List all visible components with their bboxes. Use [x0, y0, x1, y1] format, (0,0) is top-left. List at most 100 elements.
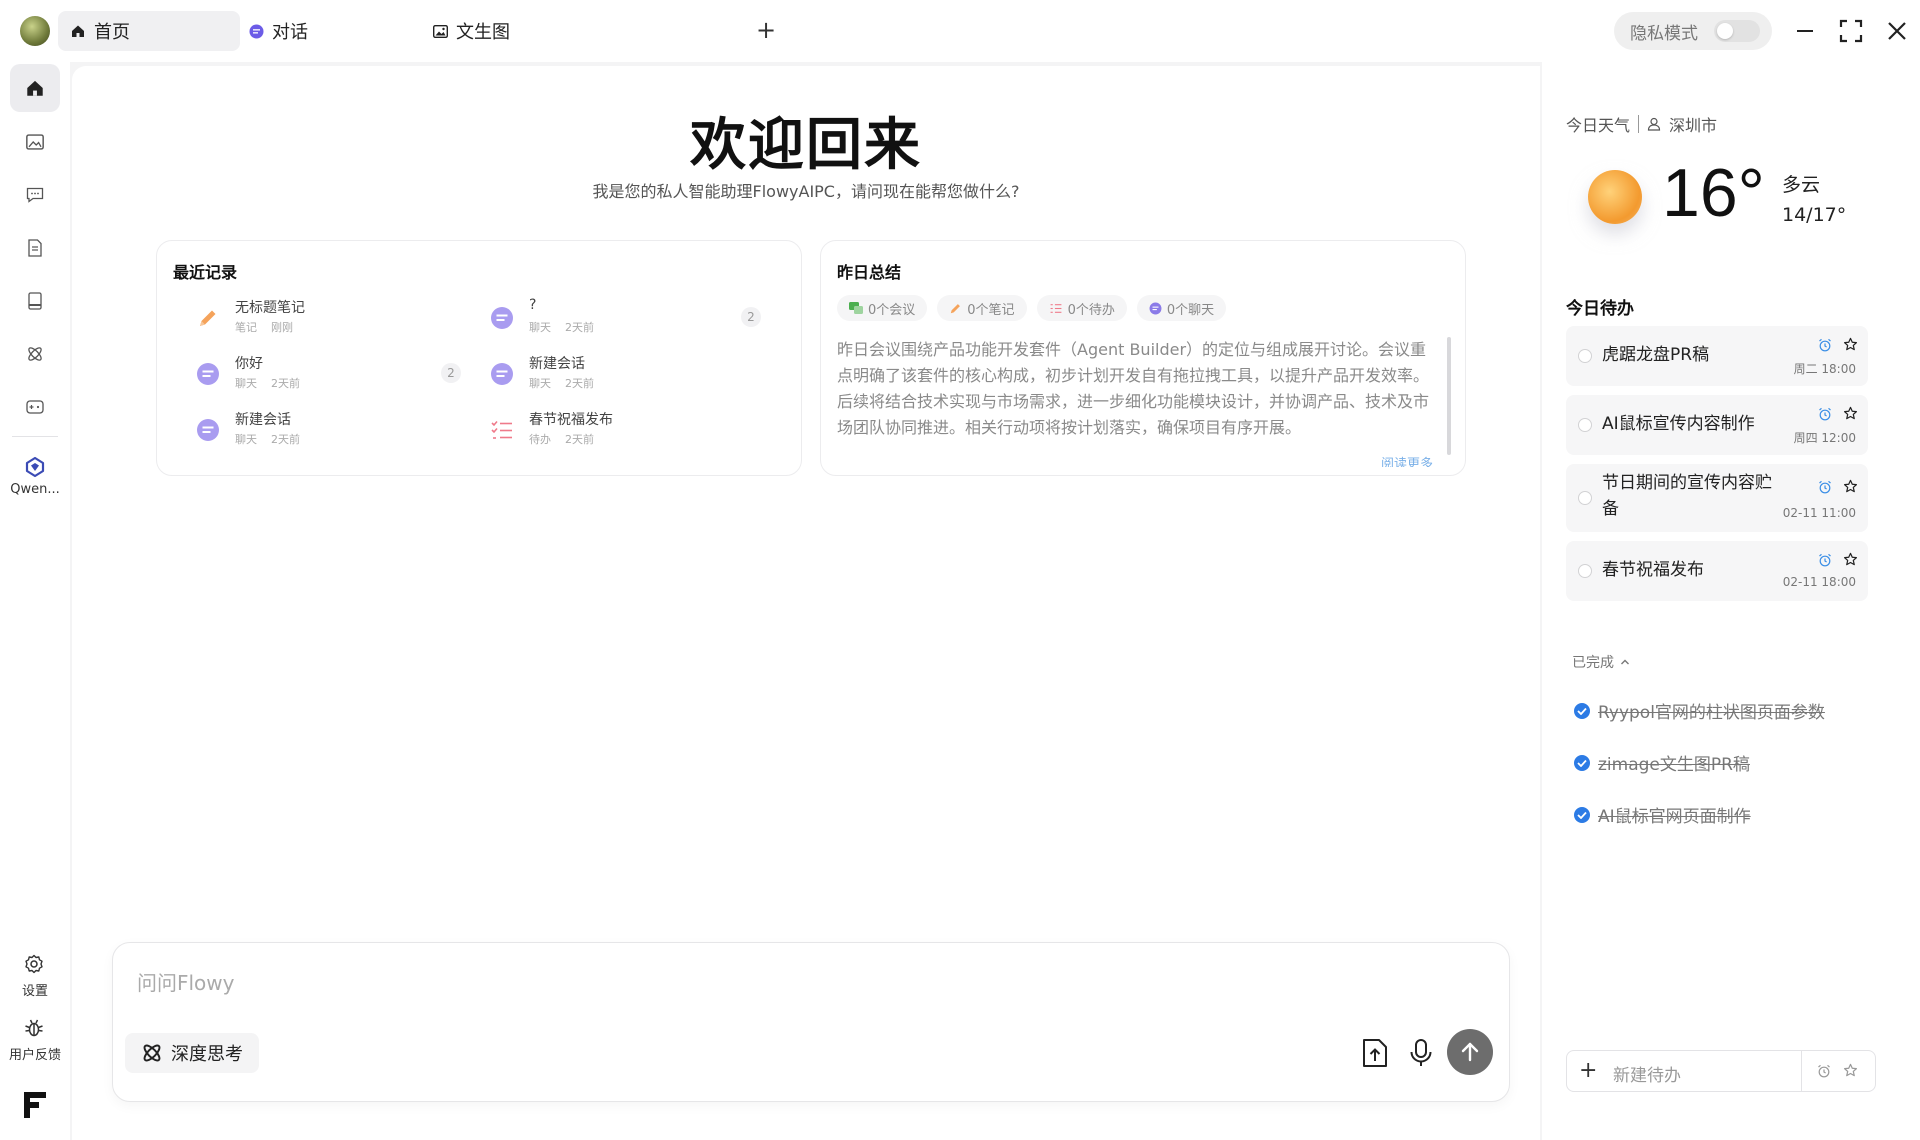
right-panel: 今日天气 深圳市 16° 多云 14/17° 今日待办 虎踞龙盘PR稿 周二 1…: [1542, 62, 1920, 1140]
alarm-icon[interactable]: [1817, 1064, 1831, 1078]
alarm-icon[interactable]: [1818, 480, 1832, 494]
ask-input[interactable]: 问问Flowy: [137, 967, 235, 996]
recent-item-meta: 笔记 刚刚: [235, 321, 293, 334]
send-button[interactable]: [1447, 1029, 1493, 1075]
recent-item[interactable]: 无标题笔记 笔记 刚刚: [195, 297, 465, 341]
weather-temperature: 16°: [1662, 155, 1765, 231]
todo-checkbox[interactable]: [1578, 491, 1592, 505]
rail-app-qwen[interactable]: Qwen...: [0, 456, 70, 497]
rail-chat-button[interactable]: [10, 171, 60, 219]
weather-label: 今日天气: [1566, 116, 1631, 135]
alarm-icon[interactable]: [1818, 407, 1832, 421]
chevron-up-icon: [1621, 659, 1629, 665]
summary-scrollbar[interactable]: [1447, 337, 1451, 455]
recent-item-meta: 聊天 2天前: [235, 377, 300, 390]
summary-chip-chats[interactable]: 0个聊天: [1136, 295, 1227, 321]
microphone-button[interactable]: [1399, 1031, 1443, 1075]
close-button[interactable]: [1880, 14, 1914, 48]
summary-chips: 0个会议 0个笔记 0个待办 0个聊天: [837, 295, 1227, 321]
todo-checkbox[interactable]: [1578, 418, 1592, 432]
star-icon[interactable]: [1843, 337, 1858, 352]
new-todo-input[interactable]: 新建待办: [1613, 1061, 1681, 1086]
page-title: 欢迎回来: [690, 113, 922, 178]
check-icon[interactable]: [1574, 806, 1590, 823]
star-icon[interactable]: [1843, 479, 1858, 494]
recent-item-title: 无标题笔记: [235, 300, 305, 316]
todo-item[interactable]: 虎踞龙盘PR稿 周二 18:00: [1566, 326, 1868, 386]
recent-item[interactable]: 春节祝福发布 待办 2天前: [489, 409, 759, 453]
todo-item[interactable]: AI鼠标宣传内容制作 周四 12:00: [1566, 395, 1868, 455]
rail-game-button[interactable]: [10, 383, 60, 431]
todo-title: 今日待办: [1566, 299, 1634, 319]
recent-item[interactable]: ? 聊天 2天前 2: [489, 297, 779, 341]
recent-item[interactable]: 新建会话 聊天 2天前: [489, 353, 759, 397]
rail-agent-button[interactable]: [10, 330, 60, 378]
recent-item[interactable]: 新建会话 聊天 2天前: [195, 409, 465, 453]
summary-chip-meetings[interactable]: 0个会议: [837, 295, 928, 321]
checklist-icon: [1050, 303, 1061, 313]
todo-checkbox[interactable]: [1578, 349, 1592, 363]
recent-item[interactable]: 你好 聊天 2天前 2: [195, 353, 485, 397]
tab-label: 首页: [94, 22, 130, 43]
rail-notes-button[interactable]: [10, 224, 60, 272]
arrow-up-icon: [1461, 1042, 1479, 1062]
completed-item[interactable]: Ryypol官网的柱状图页面参数: [1574, 698, 1825, 723]
image-icon: [432, 23, 448, 39]
fullscreen-button[interactable]: [1834, 14, 1868, 48]
minimize-icon: [1797, 30, 1813, 32]
summary-chip-todos[interactable]: 0个待办: [1036, 295, 1127, 321]
tab-text-to-image[interactable]: 文生图: [420, 11, 602, 51]
privacy-mode-toggle[interactable]: 隐私模式: [1614, 12, 1772, 50]
rail-image-button[interactable]: [10, 118, 60, 166]
weather-city[interactable]: 深圳市: [1669, 112, 1717, 136]
star-icon[interactable]: [1843, 552, 1858, 567]
tab-home[interactable]: 首页: [58, 11, 240, 51]
add-tab-button[interactable]: +: [752, 16, 780, 44]
new-todo-bar: + 新建待办: [1566, 1050, 1876, 1092]
home-icon: [27, 80, 43, 96]
completed-item[interactable]: AI鼠标官网页面制作: [1574, 802, 1751, 827]
privacy-switch[interactable]: [1714, 20, 1760, 42]
alarm-icon[interactable]: [1818, 338, 1832, 352]
check-icon[interactable]: [1574, 702, 1590, 719]
qwen-icon: [24, 456, 46, 478]
avatar[interactable]: [20, 16, 50, 46]
star-icon[interactable]: [1843, 1063, 1858, 1078]
todo-item[interactable]: 节日期间的宣传内容贮备 02-11 11:00: [1566, 464, 1868, 532]
upload-file-button[interactable]: [1353, 1031, 1397, 1075]
completed-item[interactable]: zimage文生图PR稿: [1574, 750, 1750, 775]
book-icon: [28, 292, 42, 310]
plus-icon[interactable]: +: [1579, 1059, 1597, 1083]
image-icon: [26, 134, 44, 150]
switch-knob: [1717, 23, 1733, 39]
summary-chip-notes[interactable]: 0个笔记: [937, 295, 1027, 321]
check-icon[interactable]: [1574, 754, 1590, 771]
todo-text: 虎踞龙盘PR稿: [1602, 345, 1710, 365]
weather-condition: 多云 14/17°: [1782, 174, 1847, 226]
recent-item-title: ?: [529, 297, 537, 313]
rail-book-button[interactable]: [10, 277, 60, 325]
pencil-icon: [951, 303, 961, 313]
chat-bubble-icon: [489, 361, 515, 387]
pencil-icon: [195, 305, 221, 331]
settings-button[interactable]: 设置: [0, 954, 70, 999]
completed-toggle[interactable]: 已完成: [1572, 652, 1630, 672]
ask-flowy-input-box: 问问Flowy 深度思考: [112, 942, 1510, 1102]
tab-chat[interactable]: 对话: [236, 11, 418, 51]
deep-think-button[interactable]: 深度思考: [125, 1033, 259, 1073]
recent-item-title: 你好: [235, 356, 263, 372]
read-more-link[interactable]: 阅读更多: [1381, 453, 1433, 467]
todo-checkbox[interactable]: [1578, 564, 1592, 578]
rail-home-button[interactable]: [10, 64, 60, 112]
chat-icon: [26, 187, 44, 203]
star-icon[interactable]: [1843, 406, 1858, 421]
feedback-button[interactable]: 用户反馈: [0, 1018, 70, 1063]
completed-text: Ryypol官网的柱状图页面参数: [1598, 703, 1825, 723]
flowy-logo-icon: [22, 1090, 48, 1120]
card-title: 昨日总结: [837, 263, 902, 282]
recent-item-meta: 待办 2天前: [529, 433, 594, 446]
chat-bubble-icon: [195, 417, 221, 443]
minimize-button[interactable]: [1788, 14, 1822, 48]
alarm-icon[interactable]: [1818, 553, 1832, 567]
todo-item[interactable]: 春节祝福发布 02-11 18:00: [1566, 541, 1868, 601]
